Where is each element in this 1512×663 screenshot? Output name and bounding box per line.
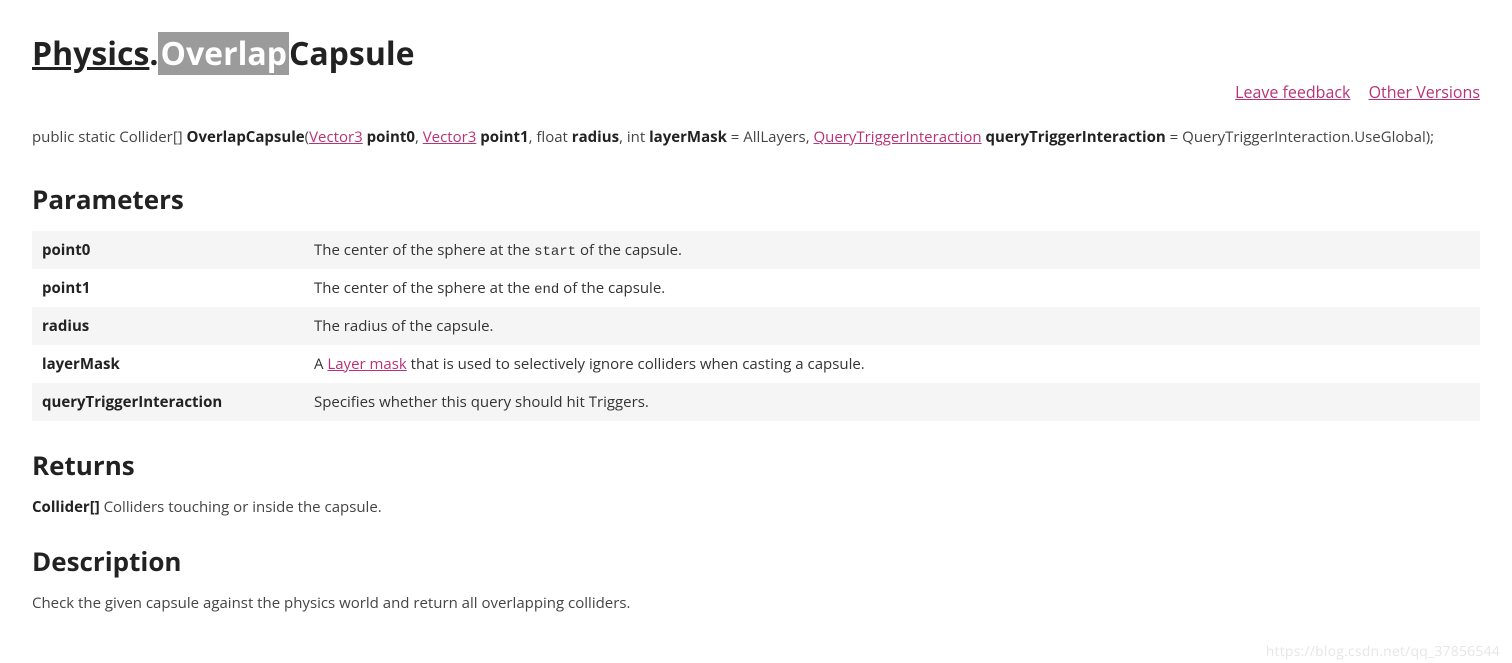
param-desc: The center of the sphere at the end of t… <box>304 269 1480 307</box>
sig-def4: = AllLayers, <box>727 127 814 147</box>
table-row: layerMask A Layer mask that is used to s… <box>32 345 1480 383</box>
param-desc-post: of the capsule. <box>576 240 682 260</box>
other-versions-link[interactable]: Other Versions <box>1369 81 1480 103</box>
sig-param-layermask: layerMask <box>649 127 727 147</box>
sig-sep2: , float <box>529 127 572 147</box>
param-desc: A Layer mask that is used to selectively… <box>304 345 1480 383</box>
section-description: Description <box>32 543 1480 579</box>
layer-mask-link[interactable]: Layer mask <box>327 354 406 374</box>
sig-param-point0: point0 <box>363 127 415 147</box>
param-code: start <box>534 244 576 260</box>
param-code: end <box>534 282 559 298</box>
param-desc: The center of the sphere at the start of… <box>304 231 1480 269</box>
section-returns: Returns <box>32 447 1480 483</box>
description-text: Check the given capsule against the phys… <box>32 593 1480 613</box>
title-highlight: Overlap <box>158 32 288 75</box>
sig-param-radius: radius <box>572 127 619 147</box>
top-links: Leave feedback Other Versions <box>32 81 1480 103</box>
sig-param-point1: point1 <box>476 127 528 147</box>
title-suffix: Capsule <box>289 32 415 75</box>
sig-type-qti[interactable]: QueryTriggerInteraction <box>813 127 981 147</box>
table-row: point0 The center of the sphere at the s… <box>32 231 1480 269</box>
watermark: https://blog.csdn.net/qq_37856544 <box>1266 642 1500 661</box>
table-row: queryTriggerInteraction Specifies whethe… <box>32 383 1480 421</box>
sig-type-vector3-1[interactable]: Vector3 <box>309 127 363 147</box>
param-desc-pre: Specifies whether this query should hit … <box>314 392 649 412</box>
table-row: point1 The center of the sphere at the e… <box>32 269 1480 307</box>
param-name: point1 <box>32 269 304 307</box>
param-desc-pre: The center of the sphere at the <box>314 278 534 298</box>
sig-sep1: , <box>415 127 423 147</box>
sig-method: OverlapCapsule <box>187 127 305 147</box>
sig-param-qti: queryTriggerInteraction <box>982 127 1166 147</box>
method-signature: public static Collider[] OverlapCapsule(… <box>32 127 1480 147</box>
param-name: point0 <box>32 231 304 269</box>
parameters-table: point0 The center of the sphere at the s… <box>32 231 1480 421</box>
sig-prefix: public static Collider[] <box>32 127 187 147</box>
class-link-physics[interactable]: Physics <box>32 32 149 75</box>
returns-line: Collider[] Colliders touching or inside … <box>32 497 1480 517</box>
sig-sep3: , int <box>619 127 649 147</box>
returns-text: Colliders touching or inside the capsule… <box>100 497 382 517</box>
section-parameters: Parameters <box>32 181 1480 217</box>
page-title: Physics.OverlapCapsule <box>32 32 1480 75</box>
param-desc-pre: The radius of the capsule. <box>314 316 493 336</box>
param-desc-pre: The center of the sphere at the <box>314 240 534 260</box>
param-desc-post: of the capsule. <box>559 278 665 298</box>
param-desc-pre: A <box>314 354 327 374</box>
table-row: radius The radius of the capsule. <box>32 307 1480 345</box>
sig-def5: = QueryTriggerInteraction.UseGlobal); <box>1166 127 1434 147</box>
leave-feedback-link[interactable]: Leave feedback <box>1235 81 1350 103</box>
sig-type-vector3-2[interactable]: Vector3 <box>423 127 477 147</box>
param-desc: Specifies whether this query should hit … <box>304 383 1480 421</box>
param-name: layerMask <box>32 345 304 383</box>
param-desc: The radius of the capsule. <box>304 307 1480 345</box>
param-name: queryTriggerInteraction <box>32 383 304 421</box>
param-desc-post: that is used to selectively ignore colli… <box>407 354 865 374</box>
returns-type: Collider[] <box>32 497 100 517</box>
param-name: radius <box>32 307 304 345</box>
